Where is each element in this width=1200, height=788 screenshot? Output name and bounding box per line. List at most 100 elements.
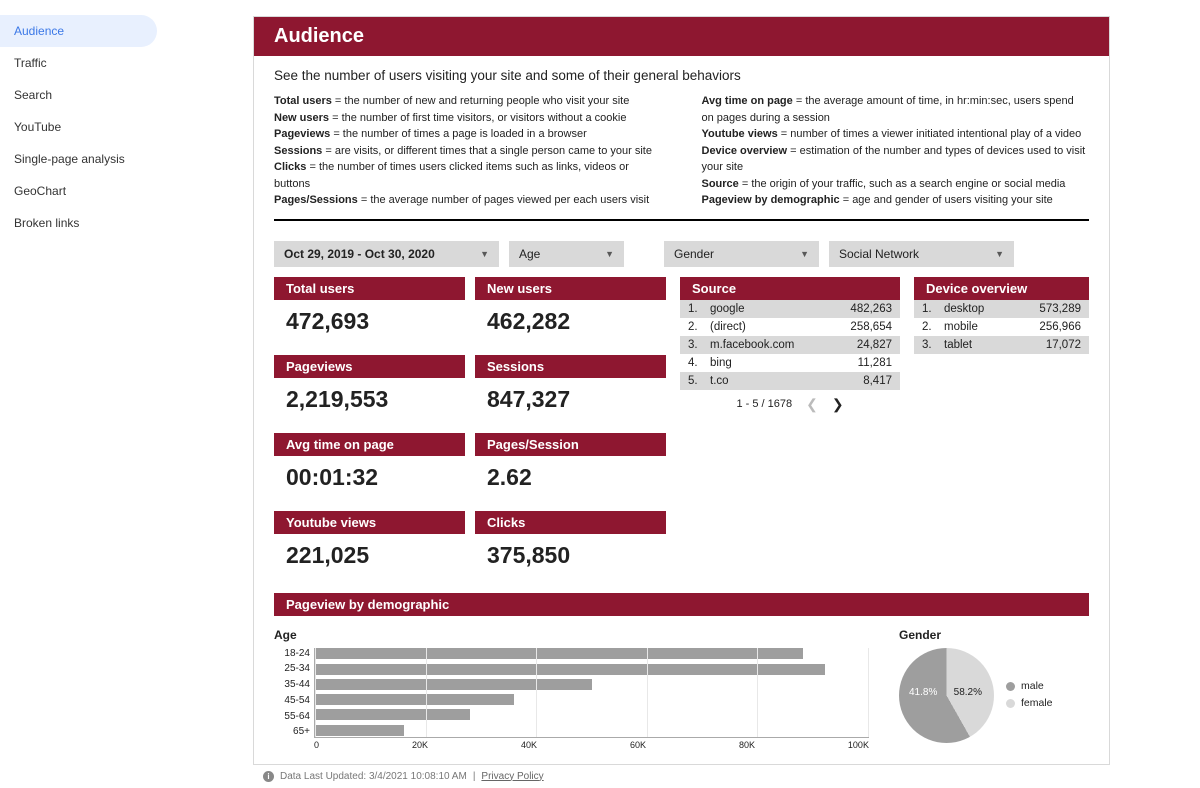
legend-female: female [1021,695,1053,712]
age-subhead: Age [274,624,869,648]
metric-value: 472,693 [274,300,465,345]
metric-head: Sessions [475,355,666,378]
definition: Sessions = are visits, or different time… [274,143,662,160]
gender-chart: Gender 41.8% 58.2% male female [899,624,1089,750]
social-network-dropdown[interactable]: Social Network ▼ [829,241,1014,267]
metric-clicks: Clicks 375,850 [475,511,666,579]
metric-new-users: New users 462,282 [475,277,666,345]
sidebar-item-traffic[interactable]: Traffic [0,47,163,79]
pie-male-label: 58.2% [954,687,982,698]
definition: Pageview by demographic = age and gender… [702,192,1090,209]
definition: Source = the origin of your traffic, suc… [702,176,1090,193]
caret-down-icon: ▼ [800,249,809,259]
table-row: 3.tablet17,072 [914,336,1089,354]
age-barchart: 18-2425-3435-4445-5455-6465+ [274,648,869,738]
metrics-column: Total users 472,693 New users 462,282 Pa… [274,277,666,579]
gender-label: Gender [674,247,714,261]
gender-pie: 41.8% 58.2% [899,648,994,743]
footer: i Data Last Updated: 3/4/2021 10:08:10 A… [253,765,1110,788]
metric-head: Total users [274,277,465,300]
demographic-block: Pageview by demographic Age 18-2425-3435… [254,593,1109,764]
age-categories: 18-2425-3435-4445-5455-6465+ [274,648,314,738]
gender-subhead: Gender [899,624,1089,648]
sidebar-item-audience[interactable]: Audience [0,15,157,47]
source-head: Source [680,277,900,300]
privacy-link[interactable]: Privacy Policy [481,771,543,782]
sidebar: Audience Traffic Search YouTube Single-p… [0,0,163,640]
metric-pages-session: Pages/Session 2.62 [475,433,666,501]
sidebar-item-geochart[interactable]: GeoChart [0,175,163,207]
sidebar-item-search[interactable]: Search [0,79,163,111]
metric-head: Clicks [475,511,666,534]
sidebar-item-single-page[interactable]: Single-page analysis [0,143,163,175]
metric-value: 221,025 [274,534,465,579]
metric-head: Youtube views [274,511,465,534]
metric-value: 2,219,553 [274,378,465,423]
table-row: 2.mobile256,966 [914,318,1089,336]
metric-youtube: Youtube views 221,025 [274,511,465,579]
age-label: Age [519,247,540,261]
table-row: 5.t.co8,417 [680,372,900,390]
table-row: 4.bing11,281 [680,354,900,372]
metric-head: New users [475,277,666,300]
age-ticks: 020K40K60K80K100K [314,738,869,750]
definitions-left: Total users = the number of new and retu… [274,93,662,209]
definition: Pages/Sessions = the average number of p… [274,192,662,209]
table-row: 1.desktop573,289 [914,300,1089,318]
table-row: 1.google482,263 [680,300,900,318]
page-title: Audience [254,17,1109,56]
definition: New users = the number of first time vis… [274,110,662,127]
metric-pageviews: Pageviews 2,219,553 [274,355,465,423]
filter-row: Oct 29, 2019 - Oct 30, 2020 ▼ Age ▼ Gend… [254,227,1109,277]
footer-sep: | [473,771,476,782]
intro-text: See the number of users visiting your si… [274,68,1089,83]
swatch-female-icon [1006,699,1015,708]
age-chart: Age 18-2425-3435-4445-5455-6465+ 020K40K… [274,624,869,750]
sidebar-item-youtube[interactable]: YouTube [0,111,163,143]
device-column: Device overview 1.desktop573,2892.mobile… [914,277,1089,579]
device-table: Device overview 1.desktop573,2892.mobile… [914,277,1089,354]
metric-head: Pages/Session [475,433,666,456]
demographic-head: Pageview by demographic [274,593,1089,616]
definitions: Total users = the number of new and retu… [274,93,1089,221]
sidebar-item-broken-links[interactable]: Broken links [0,207,163,239]
caret-down-icon: ▼ [995,249,1004,259]
age-dropdown[interactable]: Age ▼ [509,241,624,267]
metric-value: 00:01:32 [274,456,465,501]
gender-legend: male female [1006,678,1053,712]
footer-updated: Data Last Updated: 3/4/2021 10:08:10 AM [280,771,467,782]
metric-value: 2.62 [475,456,666,501]
definition: Device overview = estimation of the numb… [702,143,1090,176]
definition: Avg time on page = the average amount of… [702,93,1090,126]
metric-value: 847,327 [475,378,666,423]
date-range-label: Oct 29, 2019 - Oct 30, 2020 [284,247,435,261]
source-pager: 1 - 5 / 1678 ❮ ❯ [680,390,900,415]
source-table: Source 1.google482,2632.(direct)258,6543… [680,277,900,415]
page-next-icon[interactable]: ❯ [832,396,844,413]
pie-female-label: 41.8% [909,687,937,698]
definition: Youtube views = number of times a viewer… [702,126,1090,143]
dashboard-grid: Total users 472,693 New users 462,282 Pa… [254,277,1109,593]
table-row: 2.(direct)258,654 [680,318,900,336]
definition: Total users = the number of new and retu… [274,93,662,110]
metric-head: Avg time on page [274,433,465,456]
date-range-dropdown[interactable]: Oct 29, 2019 - Oct 30, 2020 ▼ [274,241,499,267]
panel: Audience See the number of users visitin… [253,16,1110,765]
source-column: Source 1.google482,2632.(direct)258,6543… [680,277,900,579]
legend-male: male [1021,678,1044,695]
metric-sessions: Sessions 847,327 [475,355,666,423]
caret-down-icon: ▼ [480,249,489,259]
info-icon: i [263,771,274,782]
metric-total-users: Total users 472,693 [274,277,465,345]
pager-text: 1 - 5 / 1678 [736,398,792,410]
page-prev-icon[interactable]: ❮ [806,396,818,413]
definition: Pageviews = the number of times a page i… [274,126,662,143]
age-bar-area [314,648,869,738]
metric-avg-time: Avg time on page 00:01:32 [274,433,465,501]
gender-dropdown[interactable]: Gender ▼ [664,241,819,267]
definition: Clicks = the number of times users click… [274,159,662,192]
main-content: Audience See the number of users visitin… [163,0,1200,640]
device-rows: 1.desktop573,2892.mobile256,9663.tablet1… [914,300,1089,354]
device-head: Device overview [914,277,1089,300]
metric-head: Pageviews [274,355,465,378]
